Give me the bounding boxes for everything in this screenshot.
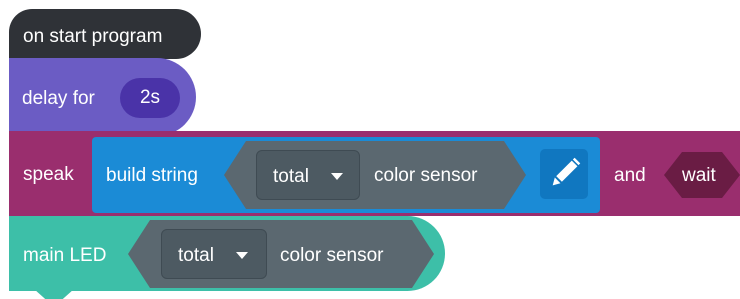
delay-value: 2s	[139, 87, 161, 108]
main-led-label: main LED	[23, 245, 107, 266]
and-label: and	[614, 165, 646, 186]
color-sensor-label: color sensor	[280, 245, 384, 266]
edit-string-button[interactable]	[540, 149, 588, 199]
speak-label: speak	[23, 164, 74, 185]
color-sensor-label: color sensor	[374, 165, 478, 186]
caret-down-icon	[236, 252, 248, 259]
dropdown-value: total	[178, 245, 214, 266]
dropdown-value: total	[273, 166, 309, 187]
delay-label: delay for	[22, 88, 95, 109]
pencil-icon	[552, 157, 581, 186]
delay-value-input[interactable]: 2s	[120, 78, 180, 118]
on-start-program-label: on start program	[23, 26, 163, 47]
wait-label: wait	[682, 165, 716, 186]
block-connector-tab	[34, 289, 74, 299]
sensor-property-dropdown[interactable]: total	[256, 150, 360, 200]
sensor-property-dropdown[interactable]: total	[161, 229, 267, 279]
caret-down-icon	[331, 173, 343, 180]
on-start-program-block[interactable]: on start program	[9, 9, 201, 59]
build-string-label: build string	[106, 165, 198, 186]
